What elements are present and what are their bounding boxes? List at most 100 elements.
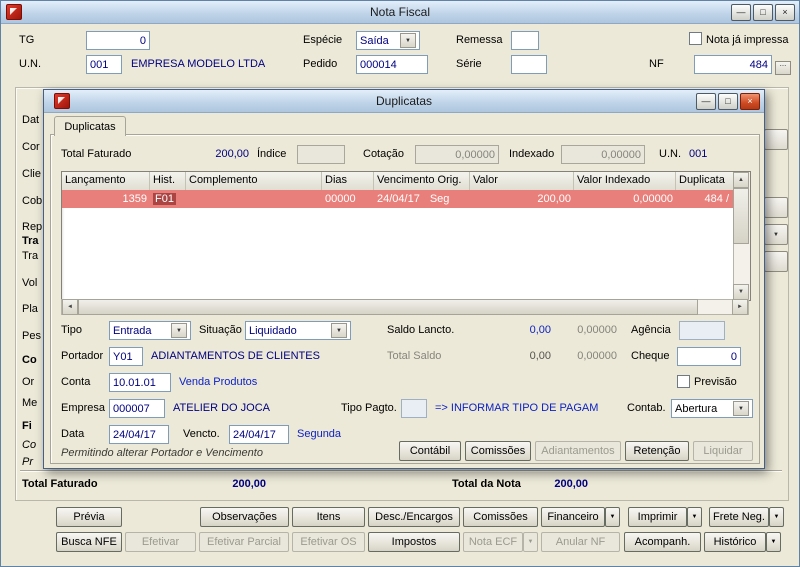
desc-encargos-button[interactable]: Desc./Encargos xyxy=(368,507,460,527)
frete-neg-button[interactable]: Frete Neg. xyxy=(709,507,769,527)
chevron-down-icon[interactable]: ▼ xyxy=(400,33,416,48)
previsao-checkbox[interactable] xyxy=(677,375,690,388)
frete-neg-dropdown-icon[interactable]: ▼ xyxy=(769,507,784,527)
imprimir-button[interactable]: Imprimir xyxy=(628,507,687,527)
column-header[interactable]: Duplicata xyxy=(676,172,732,190)
busca-nfe-button[interactable]: Busca NFE xyxy=(56,532,122,552)
cell-dias: 00000 xyxy=(322,190,374,208)
close-icon[interactable]: × xyxy=(775,4,795,21)
tg-input[interactable]: 0 xyxy=(86,31,150,50)
acompanh-button[interactable]: Acompanh. xyxy=(624,532,701,552)
side-more-button[interactable] xyxy=(764,197,788,218)
minimize-icon[interactable]: — xyxy=(696,93,716,110)
column-header[interactable]: Dias xyxy=(322,172,374,190)
efetivar-parcial-button[interactable]: Efetivar Parcial xyxy=(199,532,289,552)
historico-button[interactable]: Histórico xyxy=(704,532,766,552)
efetivar-os-button[interactable]: Efetivar OS xyxy=(292,532,365,552)
pedido-input[interactable]: 000014 xyxy=(356,55,428,74)
column-header[interactable]: Valor xyxy=(470,172,574,190)
impostos-button[interactable]: Impostos xyxy=(368,532,460,552)
empresa-input[interactable]: 000007 xyxy=(109,399,165,418)
nf-input[interactable]: 484 xyxy=(694,55,772,74)
partial-label: Vol xyxy=(22,277,37,289)
comissoes-button[interactable]: Comissões xyxy=(463,507,538,527)
vertical-scrollbar[interactable]: ▲ ▼ xyxy=(733,172,750,300)
liquidar-button[interactable]: Liquidar xyxy=(693,441,753,461)
chevron-down-icon[interactable]: ▼ xyxy=(733,401,749,416)
retencao-button[interactable]: Retenção xyxy=(625,441,689,461)
data-input[interactable]: 24/04/17 xyxy=(109,425,169,444)
nota-impressa-checkbox[interactable] xyxy=(689,32,702,45)
tipo-pagto-label: Tipo Pagto. xyxy=(341,402,397,414)
historico-dropdown-icon[interactable]: ▼ xyxy=(766,532,781,552)
scroll-thumb[interactable] xyxy=(78,299,698,315)
partial-label: Co xyxy=(22,354,37,366)
contab-select[interactable]: Abertura ▼ xyxy=(671,399,753,418)
efetivar-button[interactable]: Efetivar xyxy=(125,532,196,552)
partial-label: Pla xyxy=(22,303,38,315)
column-header[interactable]: Valor Indexado xyxy=(574,172,676,190)
side-more-button[interactable] xyxy=(764,129,788,150)
column-header[interactable]: Complemento xyxy=(186,172,322,190)
cell-lancamento: 1359 xyxy=(62,190,150,208)
un-label: U.N. xyxy=(19,58,41,70)
conta-input[interactable]: 10.01.01 xyxy=(109,373,171,392)
portador-input[interactable]: Y01 xyxy=(109,347,143,366)
previa-button[interactable]: Prévia xyxy=(56,507,122,527)
horizontal-scrollbar[interactable]: ◄ ► xyxy=(61,299,749,315)
tab-duplicatas[interactable]: Duplicatas xyxy=(54,116,126,136)
cell-valor: 200,00 xyxy=(470,190,574,208)
empresa-label: Empresa xyxy=(61,402,105,414)
comissoes-button[interactable]: Comissões xyxy=(465,441,531,461)
pedido-label: Pedido xyxy=(303,58,337,70)
itens-button[interactable]: Itens xyxy=(292,507,365,527)
imprimir-dropdown-icon[interactable]: ▼ xyxy=(687,507,702,527)
anular-nf-button[interactable]: Anular NF xyxy=(541,532,620,552)
especie-select[interactable]: Saída ▼ xyxy=(356,31,420,50)
total-saldo-indexado: 0,00000 xyxy=(559,350,617,362)
side-dropdown-button[interactable]: ▼ xyxy=(764,224,788,245)
nf-more-button[interactable]: ... xyxy=(775,61,791,75)
table-row[interactable]: 1359 F01 00000 24/04/17 Seg 200,00 0,000… xyxy=(62,190,734,208)
scroll-down-icon[interactable]: ▼ xyxy=(733,284,749,300)
nota-ecf-dropdown-icon[interactable]: ▼ xyxy=(523,532,538,552)
maximize-icon[interactable]: □ xyxy=(753,4,773,21)
scroll-up-icon[interactable]: ▲ xyxy=(733,172,749,188)
indice-label: Índice xyxy=(257,148,286,160)
maximize-icon[interactable]: □ xyxy=(718,93,738,110)
un-input[interactable]: 001 xyxy=(86,55,122,74)
column-header[interactable]: Lançamento xyxy=(62,172,150,190)
financeiro-dropdown-icon[interactable]: ▼ xyxy=(605,507,620,527)
un-label: U.N. xyxy=(659,148,681,160)
partial-label: Tra xyxy=(22,250,38,262)
total-saldo-value: 0,00 xyxy=(471,350,551,362)
tipo-pagto-input[interactable] xyxy=(401,399,427,418)
tipo-select[interactable]: Entrada ▼ xyxy=(109,321,191,340)
chevron-down-icon[interactable]: ▼ xyxy=(331,323,347,338)
vencto-input[interactable]: 24/04/17 xyxy=(229,425,289,444)
financeiro-button[interactable]: Financeiro xyxy=(541,507,605,527)
column-header[interactable]: Hist. xyxy=(150,172,186,190)
especie-value: Saída xyxy=(360,35,398,47)
close-icon[interactable]: × xyxy=(740,93,760,110)
scroll-left-icon[interactable]: ◄ xyxy=(62,299,78,315)
conta-label: Conta xyxy=(61,376,90,388)
cheque-input[interactable]: 0 xyxy=(677,347,741,366)
serie-input[interactable] xyxy=(511,55,547,74)
agencia-input[interactable] xyxy=(679,321,725,340)
scroll-thumb[interactable] xyxy=(733,188,749,244)
column-header[interactable]: Vencimento Orig. xyxy=(374,172,470,190)
chevron-down-icon[interactable]: ▼ xyxy=(171,323,187,338)
cell-duplicata: 484 / xyxy=(676,190,732,208)
scroll-right-icon[interactable]: ► xyxy=(732,299,748,315)
adiantamentos-button[interactable]: Adiantamentos xyxy=(535,441,621,461)
remessa-input[interactable] xyxy=(511,31,539,50)
minimize-icon[interactable]: — xyxy=(731,4,751,21)
duplicatas-frame: Total Faturado 200,00 Índice Cotação 0,0… xyxy=(50,134,760,464)
contabil-button[interactable]: Contábil xyxy=(399,441,461,461)
observacoes-button[interactable]: Observações xyxy=(200,507,289,527)
partial-label: Pr xyxy=(22,456,33,468)
side-more-button[interactable] xyxy=(764,251,788,272)
nota-ecf-button[interactable]: Nota ECF xyxy=(463,532,523,552)
situacao-select[interactable]: Liquidado ▼ xyxy=(245,321,351,340)
